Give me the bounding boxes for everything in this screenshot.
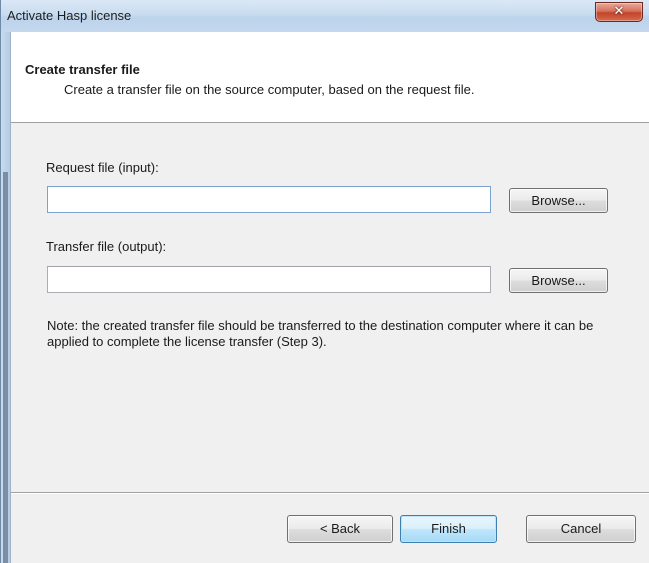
window-title: Activate Hasp license xyxy=(7,8,132,23)
window-left-edge xyxy=(3,172,8,563)
request-file-label: Request file (input): xyxy=(46,160,159,175)
page-title: Create transfer file xyxy=(25,62,140,77)
finish-button[interactable]: Finish xyxy=(400,515,497,543)
wizard-header: Create transfer file Create a transfer f… xyxy=(11,32,649,123)
request-file-input[interactable] xyxy=(47,186,491,213)
transfer-file-input[interactable] xyxy=(47,266,491,293)
title-bar[interactable]: Activate Hasp license ✕ xyxy=(1,0,649,32)
close-button[interactable]: ✕ xyxy=(595,2,643,22)
back-button[interactable]: < Back xyxy=(287,515,393,543)
transfer-browse-button[interactable]: Browse... xyxy=(509,268,608,293)
close-icon: ✕ xyxy=(613,4,625,19)
note-text: Note: the created transfer file should b… xyxy=(47,318,594,349)
dialog-window: Activate Hasp license ✕ Create transfer … xyxy=(0,0,649,563)
page-subtitle: Create a transfer file on the source com… xyxy=(64,82,475,97)
footer-separator-highlight xyxy=(11,493,649,494)
transfer-file-label: Transfer file (output): xyxy=(46,239,167,254)
cancel-button[interactable]: Cancel xyxy=(526,515,636,543)
request-browse-button[interactable]: Browse... xyxy=(509,188,608,213)
dialog-client-area: Create transfer file Create a transfer f… xyxy=(10,32,649,563)
